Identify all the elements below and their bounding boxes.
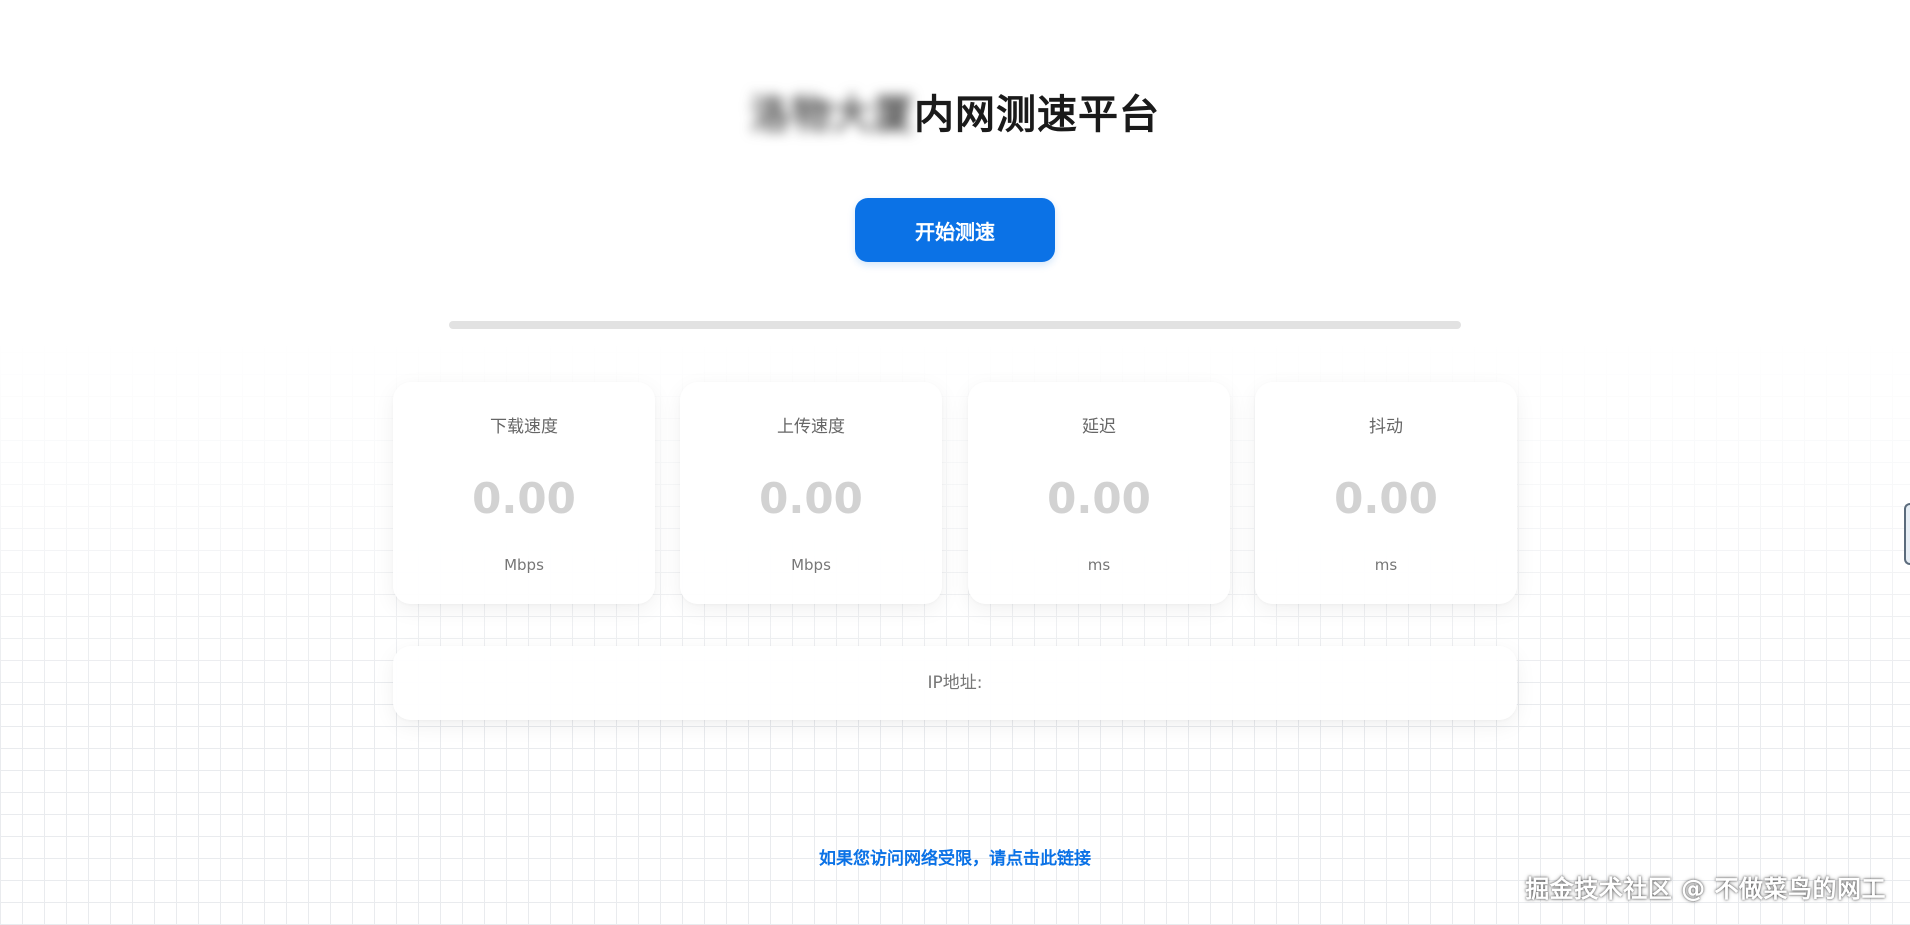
page-title-text: 内网测速平台 — [914, 92, 1160, 138]
upload-speed-unit: Mbps — [791, 556, 831, 574]
jitter-unit: ms — [1374, 556, 1398, 574]
ip-address-label: IP地址: — [927, 673, 983, 693]
page-title: 洛物大厦内网测速平台 — [0, 82, 1910, 140]
latency-label: 延迟 — [1082, 417, 1116, 437]
download-speed-label: 下载速度 — [490, 417, 558, 437]
upload-speed-card: 上传速度 0.00 Mbps — [680, 382, 942, 604]
jitter-value: 0.00 — [1334, 474, 1438, 523]
metrics-cards: 下载速度 0.00 Mbps 上传速度 0.00 Mbps 延迟 0.00 ms… — [393, 382, 1517, 604]
page-title-blurred: 洛物大厦 — [750, 92, 914, 138]
download-speed-card: 下载速度 0.00 Mbps — [393, 382, 655, 604]
download-speed-value: 0.00 — [472, 474, 576, 523]
jitter-card: 抖动 0.00 ms — [1255, 382, 1517, 604]
jitter-label: 抖动 — [1369, 417, 1403, 437]
watermark-text: 掘金技术社区 @ 不做菜鸟的网工 — [1525, 875, 1886, 903]
latency-card: 延迟 0.00 ms — [968, 382, 1230, 604]
restricted-access-link[interactable]: 如果您访问网络受限，请点击此链接 — [0, 844, 1910, 869]
start-test-button[interactable]: 开始测速 — [855, 198, 1055, 262]
latency-value: 0.00 — [1047, 474, 1151, 523]
upload-speed-value: 0.00 — [759, 474, 863, 523]
progress-bar — [449, 321, 1461, 329]
download-speed-unit: Mbps — [504, 556, 544, 574]
upload-speed-label: 上传速度 — [777, 417, 845, 437]
side-drawer-handle[interactable] — [1904, 503, 1910, 565]
ip-address-panel: IP地址: — [393, 646, 1517, 720]
latency-unit: ms — [1087, 556, 1111, 574]
